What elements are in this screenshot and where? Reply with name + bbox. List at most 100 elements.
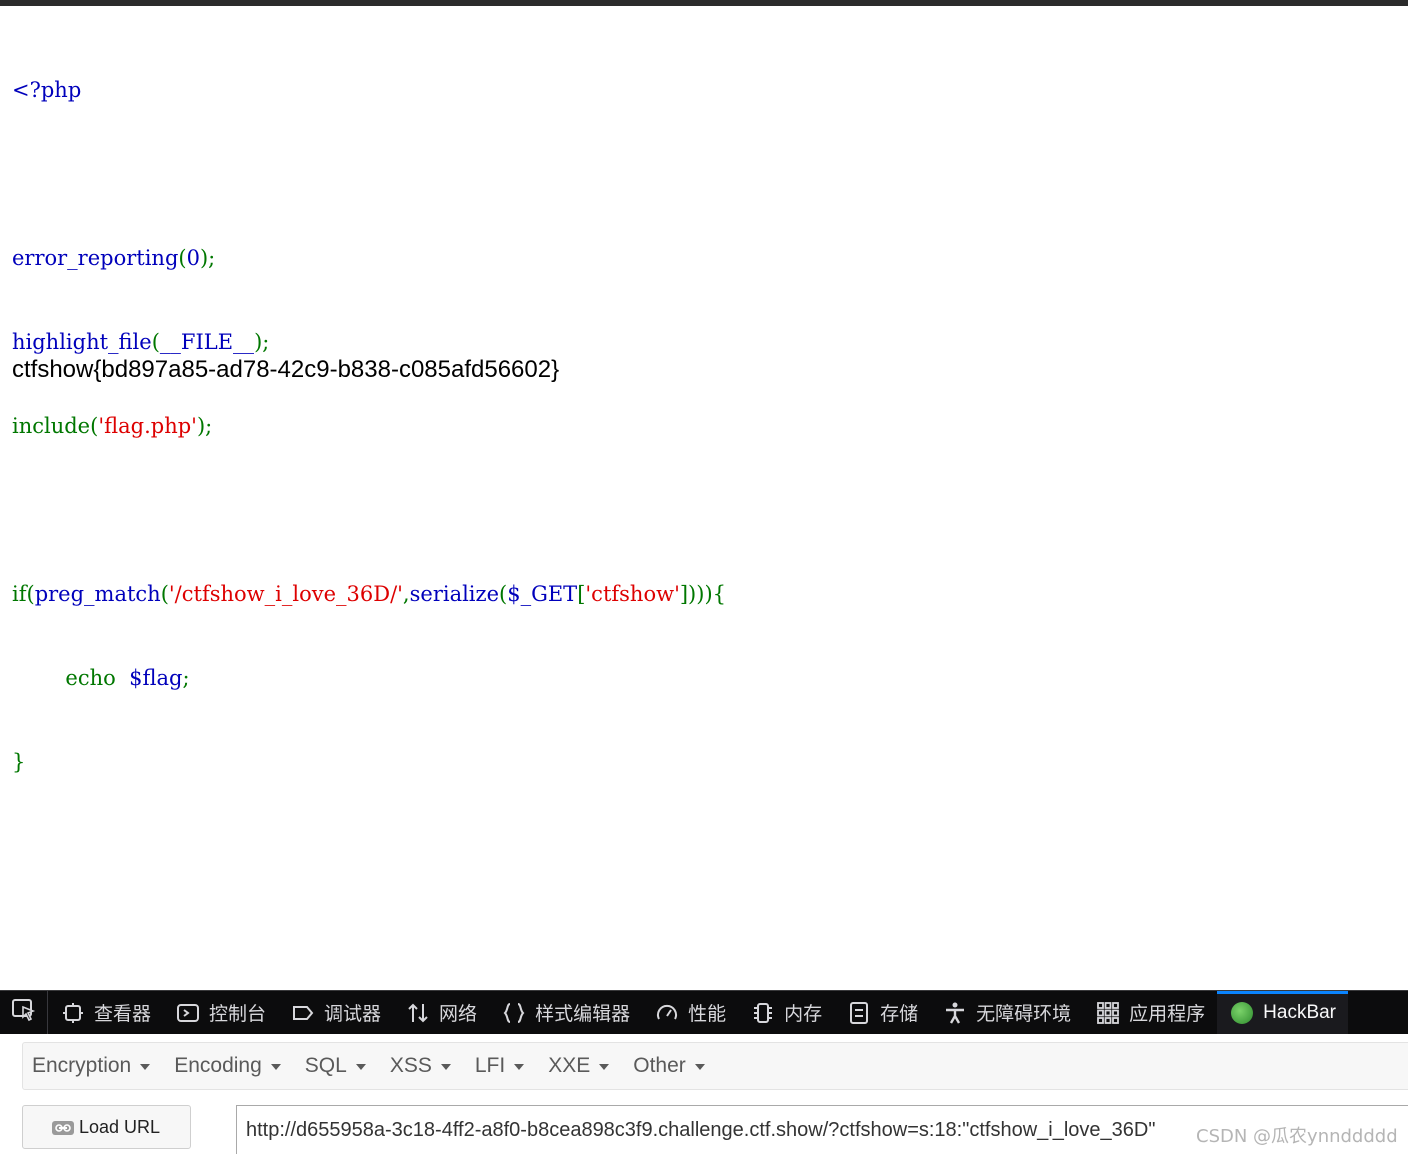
var-get: $_GET xyxy=(507,582,578,606)
punct: ; xyxy=(182,666,190,690)
application-icon xyxy=(1097,1001,1120,1024)
tab-label: 查看器 xyxy=(94,1004,152,1025)
tab-performance[interactable]: 性能 xyxy=(642,991,738,1035)
menu-label: XSS xyxy=(389,1054,432,1077)
menu-label: LFI xyxy=(474,1054,506,1077)
tab-memory[interactable]: 内存 xyxy=(738,991,834,1035)
kw-include: include xyxy=(12,414,91,438)
fn-preg-match: preg_match xyxy=(34,582,161,606)
tab-hackbar[interactable]: HackBar xyxy=(1217,990,1349,1035)
kw-echo: echo xyxy=(65,666,116,690)
kw-if: if( xyxy=(12,582,35,606)
code-line-1: <?php xyxy=(12,76,726,104)
tab-label: 存储 xyxy=(880,1004,919,1025)
tab-storage[interactable]: 存储 xyxy=(834,991,930,1035)
network-icon xyxy=(407,1002,429,1024)
csdn-watermark: CSDN @瓜农ynnddddd xyxy=(1196,1126,1398,1147)
tab-label: 控制台 xyxy=(209,1004,267,1025)
hackbar-menu: Encryption Encoding SQL XSS LFI XXE Othe… xyxy=(22,1042,1408,1090)
menu-label: Other xyxy=(633,1054,686,1077)
tab-network[interactable]: 网络 xyxy=(393,991,489,1035)
tab-style-editor[interactable]: 样式编辑器 xyxy=(489,991,642,1035)
tab-label: 调试器 xyxy=(324,1004,382,1025)
performance-icon xyxy=(656,1002,678,1024)
var-flag: $flag xyxy=(129,666,183,690)
menu-other[interactable]: Other xyxy=(633,1054,705,1078)
menu-label: XXE xyxy=(548,1054,591,1077)
punct: ); xyxy=(199,246,216,270)
code-line-include: include('flag.php'); xyxy=(12,412,726,440)
tab-label: 应用程序 xyxy=(1129,1004,1206,1025)
tab-label: 样式编辑器 xyxy=(535,1004,631,1025)
code-line-if: if(preg_match('/ctfshow_i_love_36D/',ser… xyxy=(12,580,726,608)
code-line-highlight-file: highlight_file(__FILE__); xyxy=(12,328,726,356)
element-picker-icon xyxy=(11,998,37,1027)
code-line-close: } xyxy=(12,748,726,776)
punct: ( xyxy=(160,582,169,606)
caret-down-icon xyxy=(694,1064,705,1070)
punct: ( xyxy=(151,330,160,354)
punct: ); xyxy=(254,330,270,354)
tab-inspector[interactable]: 查看器 xyxy=(48,991,163,1035)
flag-output: ctfshow{bd897a85-ad78-42c9-b838-c085afd5… xyxy=(12,356,560,383)
tab-accessibility[interactable]: 无障碍环境 xyxy=(930,991,1083,1035)
punct: , xyxy=(402,582,410,606)
hackbar-logo-icon xyxy=(1231,1001,1254,1024)
tab-label: 无障碍环境 xyxy=(976,1004,1072,1025)
str-pattern: '/ctfshow_i_love_36D/' xyxy=(168,582,403,606)
str-key: 'ctfshow' xyxy=(585,582,680,606)
load-url-label: Load URL xyxy=(79,1116,161,1137)
tab-label: 内存 xyxy=(784,1004,823,1025)
fn-error-reporting: error_reporting xyxy=(12,246,179,270)
storage-icon xyxy=(848,1001,870,1024)
menu-label: Encryption xyxy=(32,1054,132,1077)
link-icon xyxy=(51,1118,75,1136)
tab-debugger[interactable]: 调试器 xyxy=(278,991,393,1035)
menu-lfi[interactable]: LFI xyxy=(474,1054,525,1078)
menu-encryption[interactable]: Encryption xyxy=(32,1054,151,1078)
caret-down-icon xyxy=(440,1064,451,1070)
menu-xxe[interactable]: XXE xyxy=(548,1054,610,1078)
code-line-echo: echo $flag; xyxy=(12,664,726,692)
devtools-toolbar: 查看器 控制台 调试器 网络 样式编辑器 性能 内存 存储 无障碍环境 应用程序… xyxy=(0,990,1408,1035)
menu-sql[interactable]: SQL xyxy=(305,1054,366,1078)
element-picker-button[interactable] xyxy=(0,990,48,1035)
code-line-error-reporting: error_reporting(0); xyxy=(12,244,726,272)
menu-xss[interactable]: XSS xyxy=(390,1054,451,1078)
tab-label: 性能 xyxy=(688,1004,727,1025)
punct: ]))){ xyxy=(679,582,726,606)
menu-label: SQL xyxy=(304,1054,347,1077)
const-file: __FILE__ xyxy=(159,330,255,354)
caret-down-icon xyxy=(514,1064,525,1070)
inspector-icon xyxy=(62,1002,84,1024)
menu-encoding[interactable]: Encoding xyxy=(174,1054,281,1078)
str-flag-php: 'flag.php' xyxy=(98,414,197,438)
arg-zero: 0 xyxy=(186,246,200,270)
php-source: <?php error_reporting(0); highlight_file… xyxy=(12,20,726,832)
tab-console[interactable]: 控制台 xyxy=(163,991,278,1035)
tab-application[interactable]: 应用程序 xyxy=(1083,991,1217,1035)
caret-down-icon xyxy=(270,1064,281,1070)
punct: ( xyxy=(178,246,187,270)
style-editor-icon xyxy=(503,1002,525,1024)
accessibility-icon xyxy=(944,1002,966,1024)
punct: ( xyxy=(499,582,508,606)
caret-down-icon xyxy=(140,1064,151,1070)
punct: } xyxy=(12,750,26,774)
menu-label: Encoding xyxy=(174,1054,262,1077)
debugger-icon xyxy=(292,1002,314,1024)
fn-serialize: serialize xyxy=(409,582,500,606)
php-open-tag: <?php xyxy=(12,78,82,102)
tab-label: 网络 xyxy=(439,1004,478,1025)
console-icon xyxy=(177,1002,200,1024)
page-content: <?php error_reporting(0); highlight_file… xyxy=(0,6,1408,990)
punct: ); xyxy=(196,414,213,438)
caret-down-icon xyxy=(355,1064,366,1070)
fn-highlight-file: highlight_file xyxy=(12,330,152,354)
caret-down-icon xyxy=(599,1064,610,1070)
tab-label: HackBar xyxy=(1263,1001,1337,1023)
load-url-button[interactable]: Load URL xyxy=(22,1105,191,1149)
memory-icon xyxy=(752,1002,774,1024)
